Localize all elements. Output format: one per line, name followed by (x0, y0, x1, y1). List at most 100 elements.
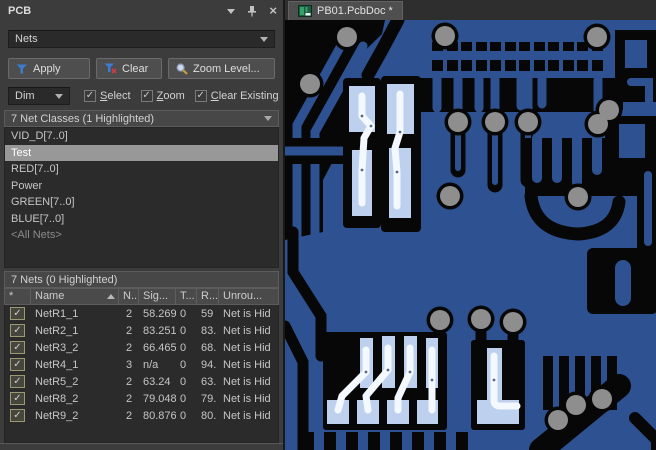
option-checkbox[interactable]: ✓ Clear Existing (194, 90, 279, 102)
net-routed-length: 63. (201, 375, 217, 388)
document-tab[interactable]: PB01.PcbDoc * (288, 1, 403, 20)
table-row[interactable]: ✓ NetR9_2 2 80.876 0 80. Net is Hid (5, 407, 278, 424)
net-name: NetR2_1 (35, 324, 79, 337)
panel-title: PCB (8, 5, 32, 17)
net-name: NetR4_1 (35, 358, 79, 371)
net-node-count: 3 (125, 358, 133, 371)
net-signal-length: 63.24 (143, 375, 171, 388)
pcbdoc-icon (298, 5, 312, 17)
pin-icon[interactable] (247, 5, 257, 17)
column-header-name[interactable]: Name (31, 289, 119, 304)
column-header-routed[interactable]: R... (197, 289, 219, 304)
net-signal-length: n/a (143, 358, 159, 371)
panel-menu-icon[interactable] (227, 8, 236, 14)
pcb-editor-canvas[interactable] (285, 20, 656, 450)
net-node-count: 2 (125, 409, 133, 422)
collapse-icon (264, 116, 272, 121)
net-unrouted-status: Net is Hid (223, 375, 271, 388)
net-signal-length: 66.465 (143, 341, 176, 354)
option-checkbox[interactable]: ✓ Zoom (140, 90, 185, 102)
option-label: Select (100, 90, 131, 102)
net-routed-length: 94. (201, 358, 217, 371)
net-visible-checkbox[interactable]: ✓ (10, 324, 25, 337)
net-node-count: 2 (125, 307, 133, 320)
document-tab-bar: PB01.PcbDoc * (285, 0, 656, 20)
net-class-item[interactable]: BLUE[7..0] (5, 211, 278, 228)
option-label: Zoom (156, 90, 185, 102)
panel-mode-value: Nets (15, 33, 38, 45)
net-class-item[interactable]: Power (5, 178, 278, 195)
checkbox: ✓ (84, 90, 96, 102)
net-name: NetR3_2 (35, 341, 79, 354)
document-tab-label: PB01.PcbDoc * (317, 5, 393, 17)
net-routed-length: 80. (201, 409, 217, 422)
table-row[interactable]: ✓ NetR5_2 2 63.24 0 63. Net is Hid (5, 373, 278, 390)
table-row[interactable]: ✓ NetR2_1 2 83.251 0 83. Net is Hid (5, 322, 278, 339)
net-visible-checkbox[interactable]: ✓ (10, 409, 25, 422)
net-node-count: 2 (125, 375, 133, 388)
panel-bottom-strip (0, 443, 283, 450)
close-icon[interactable]: × (269, 4, 277, 17)
checkbox: ✓ (194, 90, 207, 102)
net-visible-checkbox[interactable]: ✓ (10, 375, 25, 388)
net-class-item[interactable]: <All Nets> (5, 227, 278, 244)
net-t-value: 0 (180, 375, 187, 388)
column-header-star[interactable]: * (5, 289, 31, 304)
clear-button[interactable]: Clear (96, 58, 162, 79)
apply-button[interactable]: Apply (8, 58, 90, 79)
nets-header[interactable]: 7 Nets (0 Highlighted) (4, 271, 279, 288)
funnel-icon (16, 64, 27, 73)
panel-title-bar: PCB × (0, 0, 283, 22)
net-signal-length: 58.269 (143, 307, 176, 320)
panel-mode-select[interactable]: Nets (8, 30, 275, 48)
net-signal-length: 83.251 (143, 324, 176, 337)
net-unrouted-status: Net is Hid (223, 324, 271, 337)
net-signal-length: 79.048 (143, 392, 176, 405)
table-row[interactable]: ✓ NetR4_1 3 n/a 0 94. Net is Hid (5, 356, 278, 373)
column-header-signal[interactable]: Sig... (139, 289, 176, 304)
checkbox: ✓ (140, 90, 153, 102)
altium-workspace: PCB × Nets Apply Clear Zoom Level... Dim… (0, 0, 656, 450)
net-class-item[interactable]: Test (5, 144, 278, 161)
net-name: NetR5_2 (35, 375, 79, 388)
net-node-count: 2 (125, 324, 133, 337)
net-visible-checkbox[interactable]: ✓ (10, 358, 25, 371)
net-name: NetR9_2 (35, 409, 79, 422)
net-visible-checkbox[interactable]: ✓ (10, 392, 25, 405)
net-classes-list: VID_D[7..0] Test RED[7..0] Power GREEN[7… (4, 127, 279, 268)
option-checkbox[interactable]: ✓ Select (84, 90, 131, 102)
pcb-artwork (285, 20, 656, 450)
option-label: Clear Existing (210, 90, 279, 102)
net-t-value: 0 (180, 324, 187, 337)
net-classes-header[interactable]: 7 Net Classes (1 Highlighted) (4, 110, 279, 127)
zoom-level-button[interactable]: Zoom Level... (168, 58, 275, 79)
net-class-item[interactable]: GREEN[7..0] (5, 194, 278, 211)
funnel-clear-icon (104, 63, 117, 74)
net-routed-length: 83. (201, 324, 217, 337)
net-unrouted-status: Net is Hid (223, 409, 271, 422)
net-class-item[interactable]: VID_D[7..0] (5, 128, 278, 145)
net-visible-checkbox[interactable]: ✓ (10, 307, 25, 320)
net-signal-length: 80.876 (143, 409, 176, 422)
net-node-count: 2 (125, 392, 133, 405)
pcb-panel: PCB × Nets Apply Clear Zoom Level... Dim… (0, 0, 283, 450)
nets-table-header: * Name N.. Sig... T... R... Unrou... (4, 288, 279, 305)
net-class-item[interactable]: RED[7..0] (5, 161, 278, 178)
net-unrouted-status: Net is Hid (223, 392, 271, 405)
column-header-nodes[interactable]: N.. (119, 289, 139, 304)
net-routed-length: 59 (201, 307, 214, 320)
table-row[interactable]: ✓ NetR3_2 2 66.465 0 68. Net is Hid (5, 339, 278, 356)
net-routed-length: 68. (201, 341, 217, 354)
net-unrouted-status: Net is Hid (223, 341, 271, 354)
net-t-value: 0 (180, 392, 187, 405)
table-row[interactable]: ✓ NetR1_1 2 58.269 0 59 Net is Hid (5, 305, 278, 322)
net-unrouted-status: Net is Hid (223, 358, 271, 371)
column-header-t[interactable]: T... (176, 289, 197, 304)
net-visible-checkbox[interactable]: ✓ (10, 341, 25, 354)
net-node-count: 2 (125, 341, 133, 354)
dim-mode-select[interactable]: Dim (8, 87, 70, 105)
chevron-down-icon (260, 36, 268, 42)
net-t-value: 0 (180, 341, 187, 354)
column-header-unrouted[interactable]: Unrou... (219, 289, 278, 304)
table-row[interactable]: ✓ NetR8_2 2 79.048 0 79. Net is Hid (5, 390, 278, 407)
